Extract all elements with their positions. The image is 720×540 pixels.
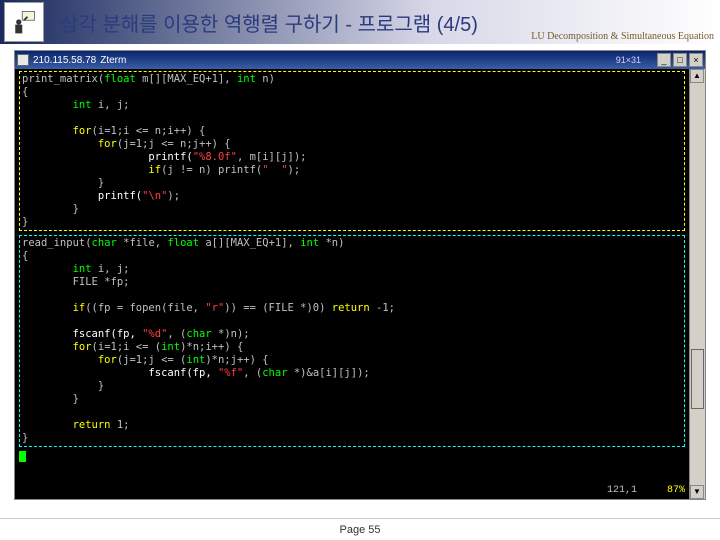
scroll-thumb[interactable] [691,349,704,409]
cursor-line [19,451,685,466]
code-line: for(i=1;i <= (int)*n;i++) { [22,341,682,354]
terminal-titlebar: 210.115.58.78 Zterm 91×31 _ □ × [15,51,705,69]
code-block-print-matrix: print_matrix(float m[][MAX_EQ+1], int n)… [19,71,685,231]
code-line: read_input(char *file, float a[][MAX_EQ+… [22,237,682,250]
code-line: printf("\n"); [22,190,682,203]
code-line [22,289,682,302]
code-line: } [22,380,682,393]
terminal-dimensions: 91×31 [616,55,641,65]
code-line: if(j != n) printf(" "); [22,164,682,177]
cursor-icon [19,451,26,462]
page-number: Page 55 [340,524,381,536]
code-line: int i, j; [22,263,682,276]
code-line: FILE *fp; [22,276,682,289]
code-line: print_matrix(float m[][MAX_EQ+1], int n) [22,73,682,86]
code-line [22,406,682,419]
code-line: } [22,177,682,190]
scroll-down-button[interactable]: ▼ [690,485,704,499]
cursor-position: 121,1 [607,484,637,497]
close-button[interactable]: × [689,53,703,67]
code-line: for(j=1;j <= n;j++) { [22,138,682,151]
code-line: fscanf(fp, "%d", (char *)n); [22,328,682,341]
code-block-read-input: read_input(char *file, float a[][MAX_EQ+… [19,235,685,447]
editor-status-line: 121,1 87% [607,484,685,497]
code-line: } [22,216,682,229]
code-line: { [22,250,682,263]
slide-footer: Page 55 [0,518,720,540]
slide-header: 삼각 분해를 이용한 역행렬 구하기 - 프로그램 (4/5) LU Decom… [0,0,720,44]
terminal-host: 210.115.58.78 [33,55,96,66]
minimize-button[interactable]: _ [657,53,671,67]
code-line: for(i=1;i <= n;i++) { [22,125,682,138]
slide-content: 210.115.58.78 Zterm 91×31 _ □ × print_ma… [0,44,720,500]
code-line: return 1; [22,419,682,432]
code-line: } [22,432,682,445]
terminal-scrollbar[interactable]: ▲ ▼ [689,69,705,499]
code-line: printf("%8.0f", m[i][j]); [22,151,682,164]
code-line: } [22,203,682,216]
code-line [22,112,682,125]
code-line: fscanf(fp, "%f", (char *)&a[i][j]); [22,367,682,380]
terminal-app: Zterm [100,55,126,66]
scroll-percentage: 87% [667,484,685,497]
code-line: int i, j; [22,99,682,112]
slide-title: 삼각 분해를 이용한 역행렬 구하기 - 프로그램 (4/5) [60,8,478,37]
terminal-code-area: print_matrix(float m[][MAX_EQ+1], int n)… [15,69,689,499]
scroll-up-button[interactable]: ▲ [690,69,704,83]
code-line: { [22,86,682,99]
terminal-app-icon [17,54,29,66]
header-presenter-icon [4,2,44,42]
code-line [22,315,682,328]
terminal-window: 210.115.58.78 Zterm 91×31 _ □ × print_ma… [14,50,706,500]
code-line: } [22,393,682,406]
maximize-button[interactable]: □ [673,53,687,67]
slide-subtitle: LU Decomposition & Simultaneous Equation [531,31,714,42]
code-line: for(j=1;j <= (int)*n;j++) { [22,354,682,367]
code-line: if((fp = fopen(file, "r")) == (FILE *)0)… [22,302,682,315]
